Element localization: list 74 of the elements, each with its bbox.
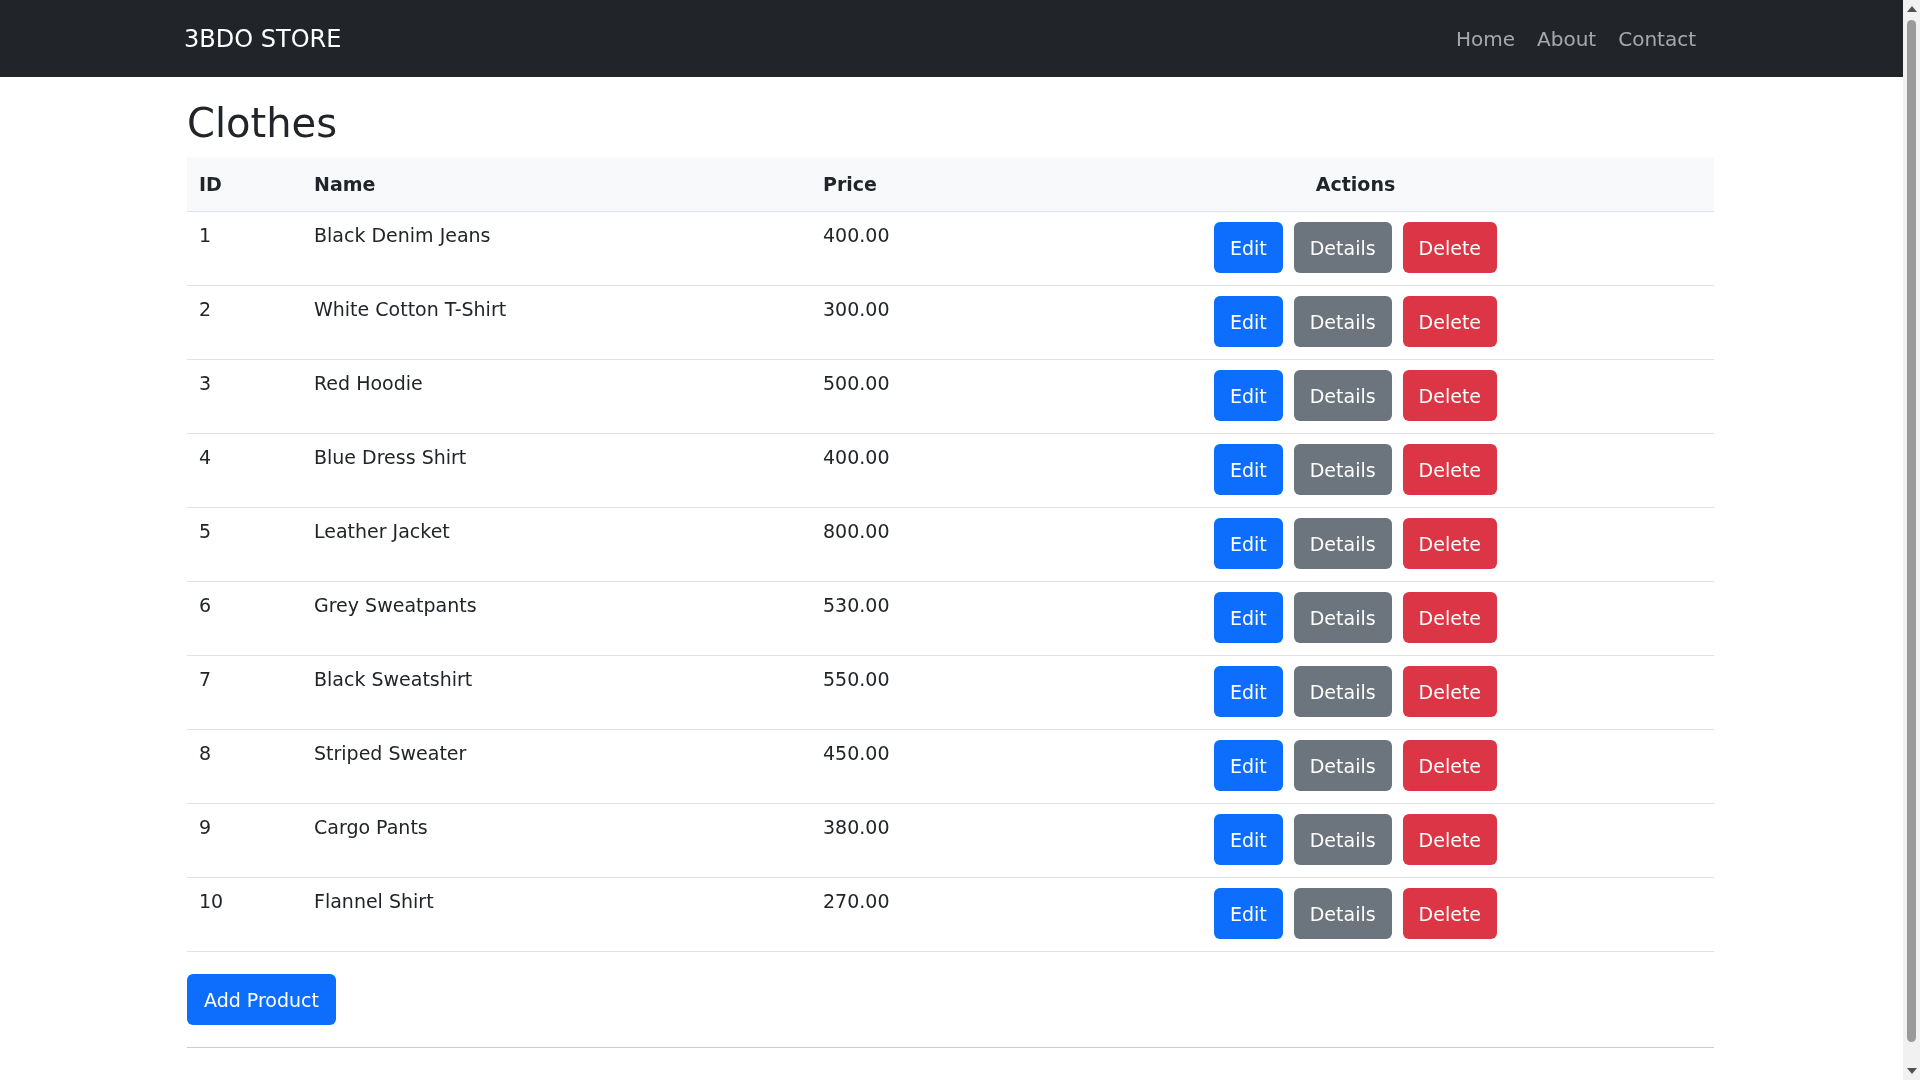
table-cell: 500.00 xyxy=(811,359,997,434)
table-cell: 300.00 xyxy=(811,285,997,360)
scroll-down-arrow-icon[interactable] xyxy=(1906,1068,1917,1074)
table-cell: 3 xyxy=(187,359,302,434)
delete-button[interactable]: Delete xyxy=(1402,444,1498,495)
delete-button[interactable]: Delete xyxy=(1402,592,1498,643)
edit-button[interactable]: Edit xyxy=(1213,888,1283,939)
edit-button[interactable]: Edit xyxy=(1213,518,1283,569)
details-button[interactable]: Details xyxy=(1293,370,1392,421)
edit-button[interactable]: Edit xyxy=(1213,444,1283,495)
details-button[interactable]: Details xyxy=(1293,888,1392,939)
delete-button[interactable]: Delete xyxy=(1402,888,1498,939)
nav-link[interactable]: Home xyxy=(1456,26,1516,51)
column-header: ID xyxy=(187,157,302,212)
details-button[interactable]: Details xyxy=(1293,296,1392,347)
table-cell: 450.00 xyxy=(811,729,997,804)
column-header: Price xyxy=(811,157,997,212)
table-cell: 550.00 xyxy=(811,655,997,730)
edit-button[interactable]: Edit xyxy=(1213,296,1283,347)
details-button[interactable]: Details xyxy=(1293,592,1392,643)
table-cell: 4 xyxy=(187,433,302,508)
edit-button[interactable]: Edit xyxy=(1213,740,1283,791)
edit-button[interactable]: Edit xyxy=(1213,814,1283,865)
nav-link[interactable]: About xyxy=(1537,26,1597,51)
delete-button[interactable]: Delete xyxy=(1402,814,1498,865)
details-button[interactable]: Details xyxy=(1293,814,1392,865)
table-cell: 9 xyxy=(187,803,302,878)
delete-button[interactable]: Delete xyxy=(1402,740,1498,791)
table-cell: 1 xyxy=(187,211,302,286)
table-cell: 380.00 xyxy=(811,803,997,878)
scrollbar[interactable] xyxy=(1903,0,1920,1080)
table-cell: 5 xyxy=(187,507,302,582)
nav-link[interactable]: Contact xyxy=(1618,26,1696,51)
delete-button[interactable]: Delete xyxy=(1402,222,1498,273)
column-header: Name xyxy=(302,157,811,212)
table-cell: Striped Sweater xyxy=(302,729,811,804)
column-header: Actions xyxy=(997,157,1714,212)
edit-button[interactable]: Edit xyxy=(1213,222,1283,273)
scrollbar-thumb[interactable] xyxy=(1907,20,1916,1042)
table-cell: 800.00 xyxy=(811,507,997,582)
delete-button[interactable]: Delete xyxy=(1402,666,1498,717)
table-cell: 6 xyxy=(187,581,302,656)
table-cell: 8 xyxy=(187,729,302,804)
details-button[interactable]: Details xyxy=(1293,444,1392,495)
table-cell: Grey Sweatpants xyxy=(302,581,811,656)
table-cell: 2 xyxy=(187,285,302,360)
edit-button[interactable]: Edit xyxy=(1213,592,1283,643)
table-cell: 400.00 xyxy=(811,433,997,508)
edit-button[interactable]: Edit xyxy=(1213,666,1283,717)
table-cell: 530.00 xyxy=(811,581,997,656)
brand-link[interactable]: 3BDO STORE xyxy=(184,24,342,53)
table-cell: Blue Dress Shirt xyxy=(302,433,811,508)
table-cell: Leather Jacket xyxy=(302,507,811,582)
table-cell: White Cotton T-Shirt xyxy=(302,285,811,360)
scroll-up-arrow-icon[interactable] xyxy=(1906,6,1917,12)
delete-button[interactable]: Delete xyxy=(1402,370,1498,421)
table-cell: Black Denim Jeans xyxy=(302,211,811,286)
table-cell: 400.00 xyxy=(811,211,997,286)
delete-button[interactable]: Delete xyxy=(1402,296,1498,347)
details-button[interactable]: Details xyxy=(1293,740,1392,791)
details-button[interactable]: Details xyxy=(1293,222,1392,273)
add-product-button[interactable]: Add Product xyxy=(187,974,336,1025)
page-heading: Clothes xyxy=(187,99,338,147)
table-cell: 7 xyxy=(187,655,302,730)
table-cell: Flannel Shirt xyxy=(302,877,811,952)
details-button[interactable]: Details xyxy=(1293,666,1392,717)
delete-button[interactable]: Delete xyxy=(1402,518,1498,569)
details-button[interactable]: Details xyxy=(1293,518,1392,569)
table-cell: Black Sweatshirt xyxy=(302,655,811,730)
table-cell: Red Hoodie xyxy=(302,359,811,434)
table-cell: Cargo Pants xyxy=(302,803,811,878)
table-cell: 10 xyxy=(187,877,302,952)
table-cell: 270.00 xyxy=(811,877,997,952)
edit-button[interactable]: Edit xyxy=(1213,370,1283,421)
